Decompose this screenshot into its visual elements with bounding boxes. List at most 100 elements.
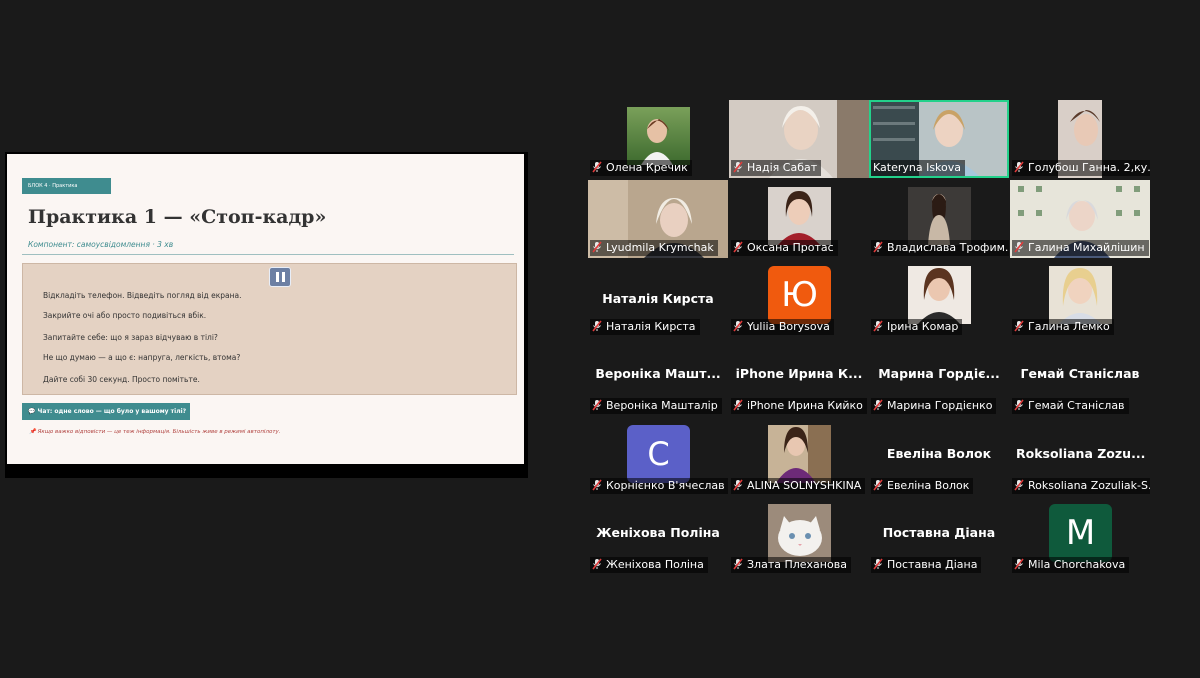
slide-subtitle: Компонент: самоусвідомлення · 3 хв (28, 240, 174, 249)
participant-tile[interactable]: Злата Плеханова (729, 497, 869, 575)
participant-tile[interactable]: Владислава Трофим... (869, 180, 1009, 258)
participant-name: Галина Михайлішин (1012, 240, 1149, 256)
mic-muted-icon (1014, 558, 1024, 570)
participant-tile[interactable]: Надія Сабат (729, 100, 869, 178)
instructions-panel: Відкладіть телефон. Відведіть погляд від… (22, 263, 517, 395)
chat-prompt: 💬 Чат: одне слово — що було у вашому тіл… (22, 403, 190, 420)
participant-name: ALINA SOLNYSHKINA (731, 478, 866, 494)
participant-display-name: Roksoliana Zozu... (1016, 446, 1146, 461)
participant-name: Надія Сабат (731, 160, 822, 176)
participant-name: Yuliia Borysova (731, 319, 834, 335)
participant-tile[interactable]: iPhone Ирина К... iPhone Ирина Кийко (729, 338, 869, 416)
participant-tile[interactable]: Lyudmila Krymchak (588, 180, 728, 258)
mic-muted-icon (1014, 399, 1024, 411)
participant-display-name: Вероніка Машт... (595, 366, 721, 381)
participant-photo (1049, 266, 1112, 324)
participant-name: Kateryna Iskova (871, 160, 966, 176)
participant-name: Вероніка Машталір (590, 398, 722, 414)
participant-name: Ірина Комар (871, 319, 963, 335)
mic-muted-icon (733, 558, 743, 570)
participant-tile[interactable]: Вероніка Машт... Вероніка Машталір (588, 338, 728, 416)
participant-tile[interactable]: M Mila Chorchakova (1010, 497, 1150, 575)
participant-tile[interactable]: C Корнієнко В'ячеслав (588, 418, 728, 496)
participant-tile[interactable]: Олена Кречик (588, 100, 728, 178)
mic-muted-icon (733, 399, 743, 411)
mic-muted-icon (1014, 161, 1024, 173)
instruction-step: Дайте собі 30 секунд. Просто помітьте. (43, 375, 200, 384)
presentation-slide: БЛОК 4 · Практика Практика 1 — «Стоп-кад… (7, 154, 524, 464)
participant-tile[interactable]: Галина Михайлішин (1010, 180, 1150, 258)
mic-muted-icon (733, 241, 743, 253)
participant-tile[interactable]: Ю Yuliia Borysova (729, 259, 869, 337)
participant-tile[interactable]: Ірина Комар (869, 259, 1009, 337)
pause-icon[interactable] (269, 267, 291, 287)
participant-tile[interactable]: Женіхова Поліна Женіхова Поліна (588, 497, 728, 575)
mic-muted-icon (1014, 479, 1024, 491)
mic-muted-icon (873, 479, 883, 491)
participant-name: Женіхова Поліна (590, 557, 708, 573)
participant-tile[interactable]: Голубош Ганна. 2,ку... (1010, 100, 1150, 178)
participant-name: Поставна Діана (871, 557, 982, 573)
mic-muted-icon (592, 241, 602, 253)
participant-avatar-letter: M (1049, 504, 1112, 562)
mic-muted-icon (733, 479, 743, 491)
mic-muted-icon (733, 161, 743, 173)
participant-tile[interactable]: Марина Гордіє... Марина Гордієнко (869, 338, 1009, 416)
participant-name: Евеліна Волок (871, 478, 974, 494)
participant-photo (627, 107, 690, 165)
participant-tile[interactable]: Гемай Станіслав Гемай Станіслав (1010, 338, 1150, 416)
mic-muted-icon (873, 241, 883, 253)
instruction-step: Не що думаю — а що є: напруга, легкість,… (43, 353, 241, 362)
participant-display-name: Поставна Діана (882, 525, 996, 540)
participant-tile[interactable]: Roksoliana Zozu... Roksoliana Zozuliak-S… (1010, 418, 1150, 496)
participant-display-name: iPhone Ирина К... (735, 366, 863, 381)
mic-muted-icon (1014, 241, 1024, 253)
participant-photo (768, 504, 831, 562)
participant-tile[interactable]: Наталія Кирста Наталія Кирста (588, 259, 728, 337)
participant-tile[interactable]: Евеліна Волок Евеліна Волок (869, 418, 1009, 496)
participant-avatar-letter: C (627, 425, 690, 483)
divider (22, 254, 514, 255)
mic-muted-icon (1014, 320, 1024, 332)
participant-name: Корнієнко В'ячеслав (590, 478, 728, 494)
participant-name: Оксана Протас (731, 240, 838, 256)
mic-muted-icon (873, 320, 883, 332)
participant-name: Голубош Ганна. 2,ку... (1012, 160, 1150, 176)
mic-muted-icon (873, 558, 883, 570)
instruction-step: Запитайте себе: що я зараз відчуваю в ті… (43, 333, 218, 342)
participant-name: Lyudmila Krymchak (590, 240, 718, 256)
participant-photo (768, 425, 831, 483)
mic-muted-icon (592, 161, 602, 173)
participant-name: Марина Гордієнко (871, 398, 997, 414)
participant-name: Наталія Кирста (590, 319, 700, 335)
participant-photo (908, 266, 971, 324)
participant-display-name: Наталія Кирста (602, 291, 714, 306)
participant-tile[interactable]: Галина Лемко (1010, 259, 1150, 337)
participant-name: Злата Плеханова (731, 557, 851, 573)
mic-muted-icon (592, 399, 602, 411)
participant-photo (908, 187, 971, 245)
participant-name: Владислава Трофим... (871, 240, 1009, 256)
participant-name: Roksoliana Zozuliak-S... (1012, 478, 1150, 494)
participant-tile-active-speaker[interactable]: Kateryna Iskova (869, 100, 1009, 178)
participant-tile[interactable]: Поставна Діана Поставна Діана (869, 497, 1009, 575)
participant-display-name: Марина Гордіє... (878, 366, 1000, 381)
shared-screen: БЛОК 4 · Практика Практика 1 — «Стоп-кад… (5, 152, 528, 478)
participant-name: iPhone Ирина Кийко (731, 398, 867, 414)
participant-display-name: Гемай Станіслав (1020, 366, 1140, 381)
block-tag: БЛОК 4 · Практика (22, 178, 111, 194)
participant-tile[interactable]: Оксана Протас (729, 180, 869, 258)
participant-tile[interactable]: ALINA SOLNYSHKINA (729, 418, 869, 496)
participant-name: Mila Chorchakova (1012, 557, 1130, 573)
mic-muted-icon (733, 320, 743, 332)
slide-title: Практика 1 — «Стоп-кадр» (28, 206, 327, 228)
mic-muted-icon (592, 320, 602, 332)
participant-display-name: Евеліна Волок (886, 446, 992, 461)
participant-photo (768, 187, 831, 245)
participant-name: Гемай Станіслав (1012, 398, 1129, 414)
slide-footnote: 📌 Якщо важко відповісти — це теж інформа… (29, 429, 281, 435)
mic-muted-icon (592, 558, 602, 570)
participant-display-name: Женіхова Поліна (596, 525, 720, 540)
instruction-step: Відкладіть телефон. Відведіть погляд від… (43, 291, 242, 300)
participant-avatar-letter: Ю (768, 266, 831, 324)
